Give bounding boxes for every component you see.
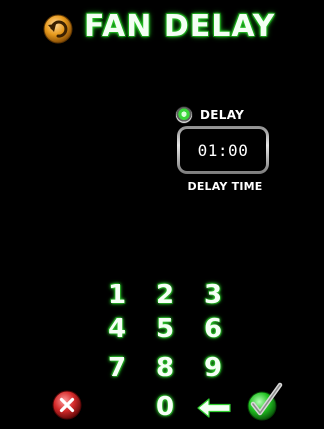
header: FAN DELAY [0,0,324,56]
keypad-key-5[interactable]: 5 [148,313,182,345]
left-arrow-icon [197,398,231,418]
delay-time-value: 01:00 [180,129,266,171]
keypad-key-8[interactable]: 8 [148,352,182,384]
keypad-key-1[interactable]: 1 [100,279,134,311]
delay-time-field[interactable]: 01:00 [177,126,269,174]
radio-selected-icon[interactable] [176,107,192,123]
back-button[interactable] [43,14,73,44]
backspace-button[interactable] [196,396,232,420]
delay-radio-label: DELAY [200,108,245,122]
keypad-key-4[interactable]: 4 [100,313,134,345]
keypad-key-7[interactable]: 7 [100,352,134,384]
keypad-key-3[interactable]: 3 [196,279,230,311]
page-title: FAN DELAY [84,9,276,44]
keypad-key-6[interactable]: 6 [196,313,230,345]
delay-time-label: DELAY TIME [187,180,263,193]
confirm-button[interactable] [246,382,284,422]
cancel-button[interactable] [52,390,82,420]
keypad-key-0[interactable]: 0 [148,391,182,423]
keypad-key-9[interactable]: 9 [196,352,230,384]
cancel-x-icon [52,390,82,420]
undo-arrow-icon [43,14,73,44]
keypad-key-2[interactable]: 2 [148,279,182,311]
delay-radio-option[interactable]: DELAY [176,106,244,124]
checkmark-icon [247,382,283,421]
